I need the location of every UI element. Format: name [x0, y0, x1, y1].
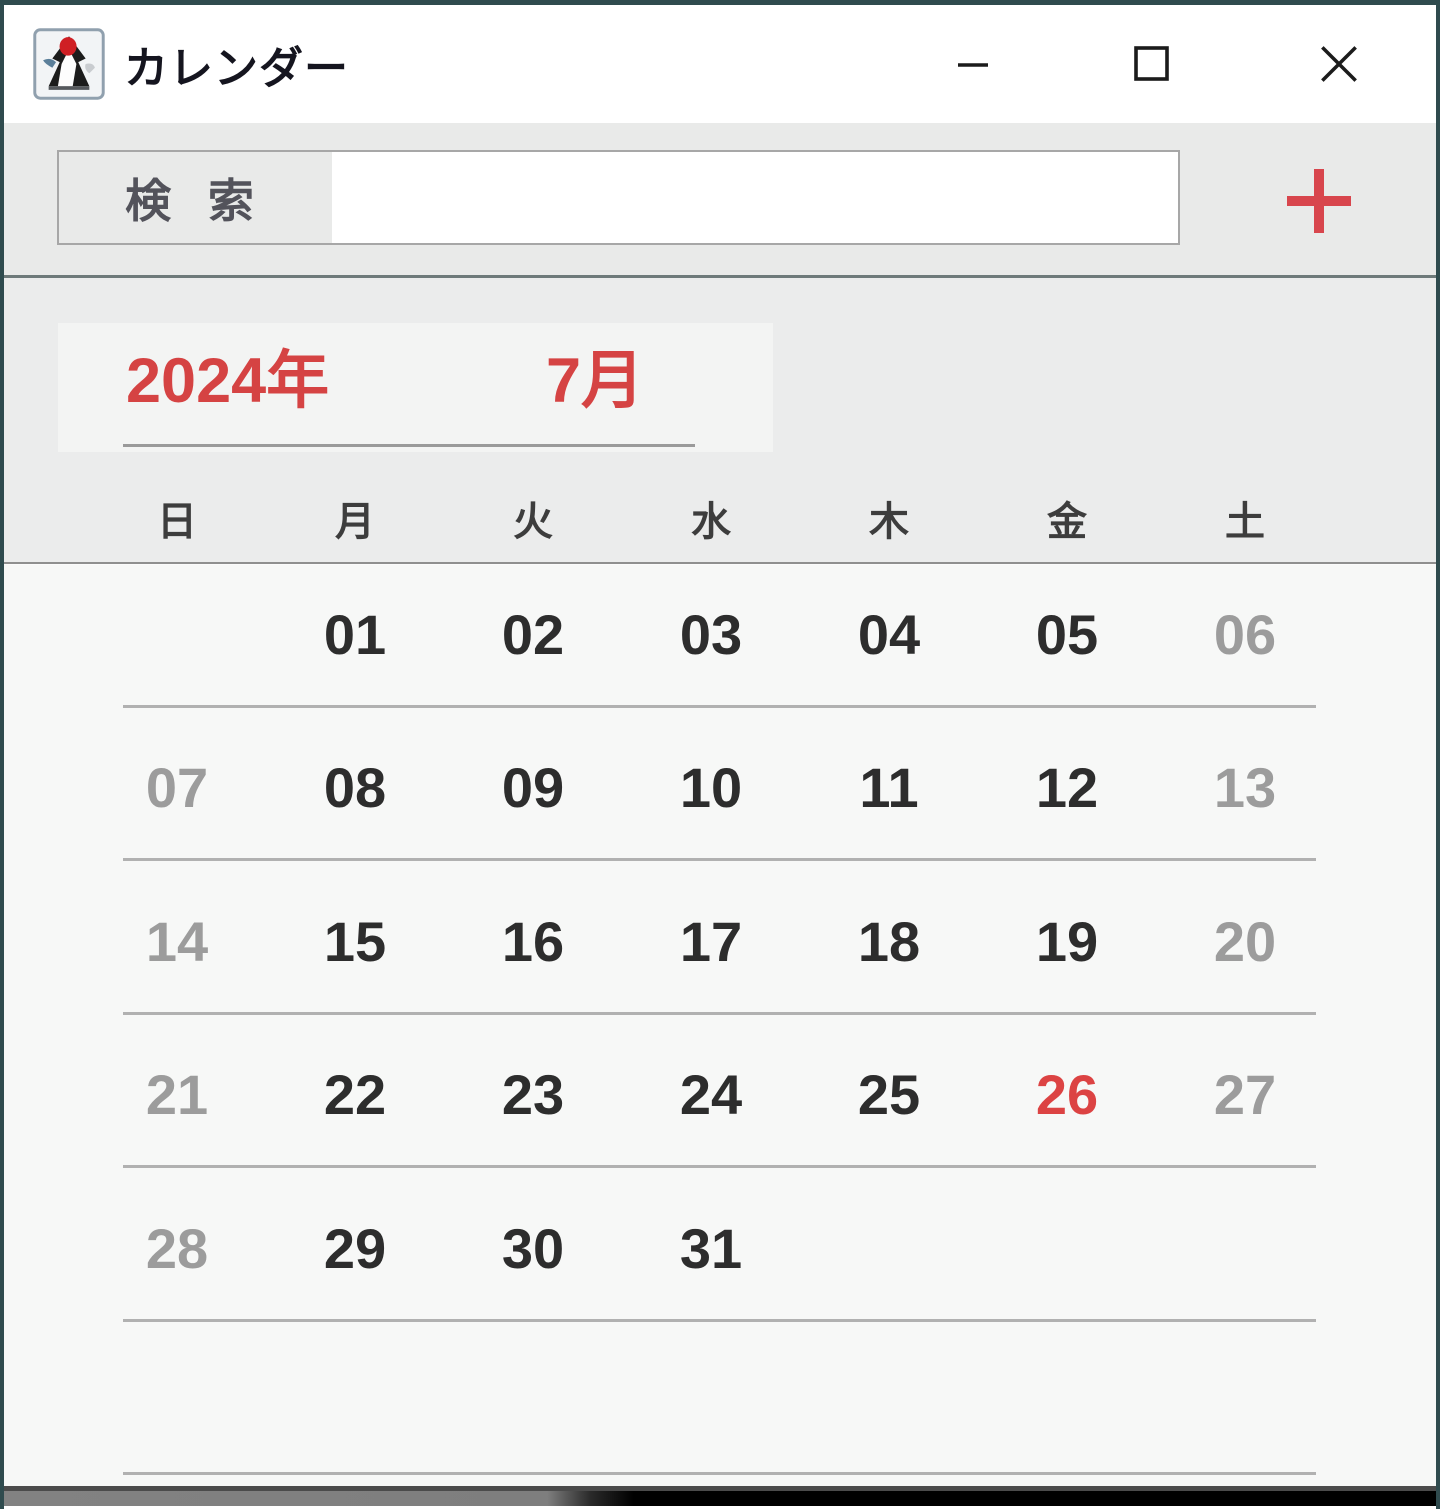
date-cell-05[interactable]: 05 [1036, 606, 1098, 663]
date-cell-01[interactable]: 01 [324, 606, 386, 663]
date-cell-20[interactable]: 20 [1214, 913, 1276, 970]
date-cell-10[interactable]: 10 [680, 760, 742, 816]
date-cell-26[interactable]: 26 [1036, 1067, 1098, 1123]
date-cell-15[interactable]: 15 [324, 913, 386, 970]
week-row-1: 01 02 03 04 05 06 [4, 565, 1436, 719]
row-separator [123, 704, 1316, 708]
add-event-button[interactable] [1281, 163, 1357, 239]
weekday-mon: 月 [335, 500, 375, 544]
weekday-tue: 火 [513, 500, 553, 544]
calendar-app-window: カレンダー 検 索 2024年 7月 日 月 火 水 木 金 土 01 02 0… [0, 0, 1440, 1509]
date-cell-11[interactable]: 11 [859, 760, 918, 816]
date-cell-31[interactable]: 31 [680, 1220, 742, 1277]
close-button[interactable] [1312, 37, 1366, 91]
search-group: 検 索 [57, 150, 1180, 245]
date-cell-16[interactable]: 16 [502, 913, 564, 970]
plus-icon [1287, 169, 1351, 233]
weekday-fri: 金 [1047, 500, 1087, 544]
month-header: 2024年 7月 日 月 火 水 木 金 土 [4, 278, 1436, 565]
date-cell-12[interactable]: 12 [1036, 760, 1098, 816]
date-cell-25[interactable]: 25 [858, 1067, 920, 1123]
row-separator [123, 1472, 1316, 1475]
date-cell-08[interactable]: 08 [324, 760, 386, 816]
date-cell-27[interactable]: 27 [1214, 1067, 1276, 1123]
date-cell-04[interactable]: 04 [858, 606, 920, 663]
date-cell-19[interactable]: 19 [1036, 913, 1098, 970]
week-row-6 [4, 1333, 1436, 1487]
title-bar: カレンダー [4, 5, 1436, 123]
date-cell-14[interactable]: 14 [146, 913, 208, 970]
week-row-5: 28 29 30 31 [4, 1179, 1436, 1333]
window-title: カレンダー [124, 44, 349, 93]
week-row-4: 21 22 23 24 25 26 27 [4, 1026, 1436, 1180]
date-cell-07[interactable]: 07 [146, 760, 208, 816]
date-cell-02[interactable]: 02 [502, 606, 564, 663]
date-cell-17[interactable]: 17 [680, 913, 742, 970]
date-cell-23[interactable]: 23 [502, 1067, 564, 1123]
year-label: 2024年 [126, 346, 330, 416]
date-cell-03[interactable]: 03 [680, 606, 742, 663]
screen-edge-strip [4, 1491, 1436, 1506]
date-cell-09[interactable]: 09 [502, 760, 564, 816]
date-cell-13[interactable]: 13 [1214, 760, 1276, 816]
minimize-button[interactable] [946, 37, 1000, 91]
date-grid: 01 02 03 04 05 06 07 08 09 10 11 12 13 14 15 16 17 18 19 20… [4, 565, 1436, 1486]
row-separator [123, 1011, 1316, 1015]
maximize-button[interactable] [1125, 37, 1179, 91]
year-underline [123, 444, 695, 447]
row-separator [123, 1318, 1316, 1322]
row-separator [123, 1165, 1316, 1168]
month-label: 7月 [546, 346, 645, 416]
week-row-3: 14 15 16 17 18 19 20 [4, 872, 1436, 1026]
weekday-wed: 水 [691, 500, 731, 544]
date-cell-06[interactable]: 06 [1214, 606, 1276, 663]
date-cell-29[interactable]: 29 [324, 1220, 386, 1277]
week-row-2: 07 08 09 10 11 12 13 [4, 719, 1436, 873]
weekday-thu: 木 [869, 500, 909, 544]
search-input[interactable] [332, 152, 1178, 243]
search-label: 検 索 [125, 174, 266, 227]
date-cell-24[interactable]: 24 [680, 1067, 742, 1123]
date-cell-18[interactable]: 18 [858, 913, 920, 970]
app-duke-icon [32, 27, 106, 101]
date-cell-28[interactable]: 28 [146, 1220, 208, 1277]
weekday-sun: 日 [157, 500, 197, 544]
date-cell-21[interactable]: 21 [146, 1067, 208, 1123]
row-separator [123, 858, 1316, 861]
date-cell-30[interactable]: 30 [502, 1220, 564, 1277]
weekday-sat: 土 [1225, 500, 1265, 544]
weekday-row: 日 月 火 水 木 金 土 [88, 486, 1334, 550]
toolbar: 検 索 [4, 123, 1436, 278]
date-cell-22[interactable]: 22 [324, 1067, 386, 1123]
